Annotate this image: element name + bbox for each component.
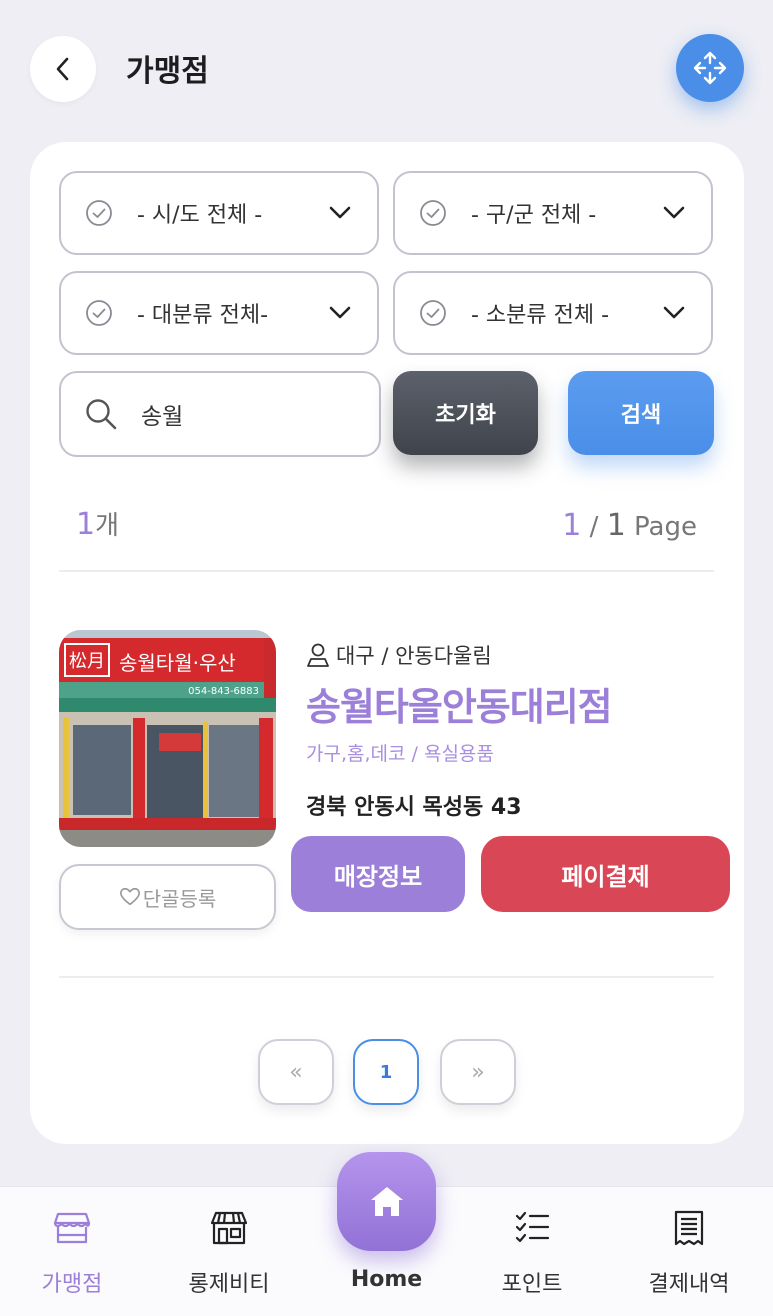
chevron-down-icon [663, 206, 685, 219]
nav-community-label: 롱제비티 [188, 1272, 270, 1297]
favorite-label: 단골등록 [142, 886, 217, 911]
page-1-button[interactable]: 1 [353, 1039, 419, 1105]
search-field[interactable] [59, 371, 381, 457]
nav-community[interactable]: 롱제비티 [159, 1208, 299, 1298]
search-input[interactable] [141, 401, 341, 427]
heart-icon [119, 887, 140, 906]
sign-phone: 054-843-6883 [188, 686, 259, 697]
store-region-text: 대구 / 안동다울림 [336, 644, 492, 668]
nav-home-label[interactable]: Home [337, 1267, 436, 1292]
page-word: Page [625, 512, 697, 542]
major-category-label: - 대분류 전체- [137, 303, 269, 328]
divider [59, 976, 714, 978]
prev-page-button[interactable]: « [258, 1039, 334, 1105]
district-select-label: - 구/군 전체 - [471, 203, 597, 228]
store-info-button[interactable]: 매장정보 [291, 836, 465, 912]
result-count: 1개 [76, 505, 119, 542]
store-address: 경북 안동시 목성동 43 [306, 795, 522, 820]
search-icon [86, 399, 117, 430]
check-circle-icon [420, 300, 446, 326]
chevron-down-icon [329, 206, 351, 219]
minor-category-select[interactable]: - 소분류 전체 - [393, 271, 713, 355]
store-category: 가구,홈,데코 / 욕실용품 [306, 743, 494, 765]
check-circle-icon [86, 300, 112, 326]
chevron-down-icon [329, 306, 351, 319]
pay-button[interactable]: 페이결제 [481, 836, 730, 912]
sign-brand: 松月 [69, 651, 105, 672]
home-button[interactable] [337, 1152, 436, 1251]
page-indicator: 1 / 1 Page [562, 508, 697, 543]
total-pages: 1 [606, 508, 626, 543]
result-count-number: 1 [76, 507, 96, 542]
receipt-icon [674, 1210, 704, 1246]
store-icon [53, 1212, 91, 1244]
region-select-label: - 시/도 전체 - [137, 203, 263, 228]
check-circle-icon [420, 200, 446, 226]
chevron-left-icon [56, 57, 69, 81]
move-button[interactable] [676, 34, 744, 102]
region-select[interactable]: - 시/도 전체 - [59, 171, 379, 255]
sign-text: 송월타월·우산 [119, 651, 236, 675]
home-icon [370, 1186, 403, 1216]
shop-icon [210, 1211, 248, 1245]
nav-point[interactable]: 포인트 [462, 1208, 602, 1298]
back-button[interactable] [30, 36, 96, 102]
nav-history-label: 결제내역 [648, 1272, 730, 1297]
search-button[interactable]: 검색 [568, 371, 714, 455]
chevron-down-icon [663, 306, 685, 319]
nav-point-label: 포인트 [501, 1272, 563, 1297]
major-category-select[interactable]: - 대분류 전체- [59, 271, 379, 355]
store-photo[interactable]: 松月 송월타월·우산 054-843-6883 [59, 630, 276, 847]
divider [59, 570, 714, 572]
next-page-button[interactable]: » [440, 1039, 516, 1105]
favorite-button[interactable]: 단골등록 [59, 864, 276, 930]
page-separator: / [581, 512, 607, 542]
store-region: 대구 / 안동다울림 [306, 640, 492, 670]
nav-store-label: 가맹점 [41, 1272, 103, 1297]
page-title: 가맹점 [126, 54, 209, 89]
check-circle-icon [86, 200, 112, 226]
arrows-move-icon [693, 51, 727, 85]
store-name[interactable]: 송월타올안동대리점 [306, 676, 613, 731]
minor-category-label: - 소분류 전체 - [471, 303, 610, 328]
storefront-image: 松月 송월타월·우산 054-843-6883 [59, 630, 276, 847]
result-count-unit: 개 [95, 511, 120, 541]
nav-history[interactable]: 결제내역 [619, 1208, 759, 1298]
district-select[interactable]: - 구/군 전체 - [393, 171, 713, 255]
nav-store[interactable]: 가맹점 [2, 1208, 142, 1298]
current-page: 1 [562, 508, 582, 543]
user-pin-icon [307, 643, 329, 667]
checklist-icon [515, 1211, 550, 1243]
reset-button[interactable]: 초기화 [393, 371, 538, 455]
